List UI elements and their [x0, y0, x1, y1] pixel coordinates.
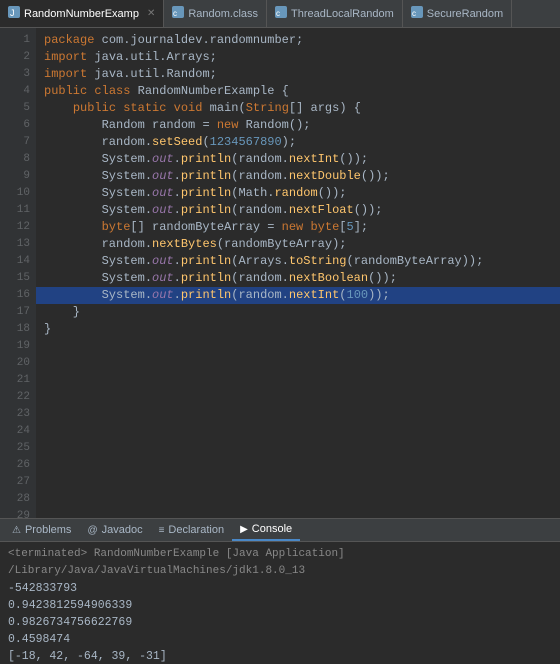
code-line: import java.util.Random; [44, 66, 552, 83]
line-number: 23 [0, 406, 30, 423]
tab-secure[interactable]: c SecureRandom [403, 0, 512, 27]
code-line: Random random = new Random(); [44, 117, 552, 134]
svg-text:c: c [412, 9, 416, 18]
bottom-tab-javadoc[interactable]: @ Javadoc [79, 519, 150, 541]
line-number: 16 [0, 287, 30, 304]
tab-random[interactable]: c Random.class [164, 0, 267, 27]
bottom-tab-console[interactable]: ▶ Console [232, 519, 300, 541]
line-number: 15 [0, 270, 30, 287]
tab-bar: J RandomNumberExamp ✕ c Random.class c ThreadL… [0, 0, 560, 28]
svg-text:c: c [173, 9, 177, 18]
bottom-tab-icon: ▶ [240, 524, 248, 535]
console-terminated: <terminated> RandomNumberExample [Java A… [8, 546, 552, 580]
line-number: 9 [0, 168, 30, 185]
code-line: System.out.println(random.nextInt()); [44, 151, 552, 168]
line-number: 18 [0, 321, 30, 338]
svg-text:c: c [276, 9, 280, 18]
tab-label: Random.class [188, 8, 258, 20]
tab-file-icon: c [172, 6, 184, 21]
console-line: 0.9423812594906339 [8, 597, 552, 614]
line-number: 17 [0, 304, 30, 321]
line-number: 21 [0, 372, 30, 389]
code-editor: 1234567891011121314151617181920212223242… [0, 28, 560, 518]
code-line: public class RandomNumberExample { [44, 83, 552, 100]
code-line: random.setSeed(1234567890); [44, 134, 552, 151]
line-number: 4 [0, 83, 30, 100]
line-number: 20 [0, 355, 30, 372]
line-numbers: 1234567891011121314151617181920212223242… [0, 28, 36, 518]
code-line: System.out.println(random.nextDouble()); [44, 168, 552, 185]
code-line: System.out.println(Math.random()); [44, 185, 552, 202]
code-line: random.nextBytes(randomByteArray); [44, 236, 552, 253]
code-line: System.out.println(Arrays.toString(rando… [44, 253, 552, 270]
line-number: 24 [0, 423, 30, 440]
code-area[interactable]: package com.journaldev.randomnumber;impo… [36, 28, 560, 518]
tab-file-icon: c [275, 6, 287, 21]
tab-threadlocal[interactable]: c ThreadLocalRandom [267, 0, 403, 27]
line-number: 12 [0, 219, 30, 236]
console-output: <terminated> RandomNumberExample [Java A… [0, 542, 560, 664]
line-number: 27 [0, 474, 30, 491]
code-line: import java.util.Arrays; [44, 49, 552, 66]
code-line: } [44, 321, 552, 338]
line-number: 2 [0, 49, 30, 66]
bottom-tab-problems[interactable]: ⚠ Problems [4, 519, 79, 541]
line-number: 7 [0, 134, 30, 151]
line-number: 13 [0, 236, 30, 253]
console-line: [-18, 42, -64, 39, -31] [8, 648, 552, 664]
line-number: 28 [0, 491, 30, 508]
bottom-tab-icon: ⚠ [12, 525, 21, 536]
line-number: 1 [0, 32, 30, 49]
bottom-tab-label: Declaration [168, 524, 224, 536]
bottom-tab-declaration[interactable]: ≡Declaration [151, 519, 232, 541]
console-line: -542833793 [8, 580, 552, 597]
svg-text:J: J [10, 8, 15, 18]
console-line: 0.4598474 [8, 631, 552, 648]
code-line: System.out.println(random.nextInt(100)); [44, 287, 552, 304]
code-line: public static void main(String[] args) { [44, 100, 552, 117]
line-number: 29 [0, 508, 30, 518]
code-line: byte[] randomByteArray = new byte[5]; [44, 219, 552, 236]
line-number: 6 [0, 117, 30, 134]
bottom-tab-icon: ≡ [159, 525, 165, 536]
line-number: 5 [0, 100, 30, 117]
bottom-tab-bar: ⚠ Problems @ Javadoc ≡Declaration ▶ Console [0, 518, 560, 542]
line-number: 22 [0, 389, 30, 406]
tab-label: ThreadLocalRandom [291, 8, 394, 20]
line-number: 14 [0, 253, 30, 270]
code-line: package com.journaldev.randomnumber; [44, 32, 552, 49]
tab-label: RandomNumberExamp [24, 8, 139, 20]
line-number: 3 [0, 66, 30, 83]
bottom-tab-icon: @ [87, 525, 97, 536]
code-line: System.out.println(random.nextBoolean())… [44, 270, 552, 287]
line-number: 11 [0, 202, 30, 219]
line-number: 26 [0, 457, 30, 474]
tab-file-icon: c [411, 6, 423, 21]
line-number: 25 [0, 440, 30, 457]
bottom-tab-label: Console [252, 523, 292, 535]
tab-file-icon: J [8, 6, 20, 21]
code-line: } [44, 304, 552, 321]
code-line: System.out.println(random.nextFloat()); [44, 202, 552, 219]
line-number: 10 [0, 185, 30, 202]
tab-close-icon[interactable]: ✕ [147, 8, 155, 19]
line-number: 19 [0, 338, 30, 355]
tab-label: SecureRandom [427, 8, 503, 20]
tab-main[interactable]: J RandomNumberExamp ✕ [0, 0, 164, 27]
line-number: 8 [0, 151, 30, 168]
console-line: 0.9826734756622769 [8, 614, 552, 631]
bottom-tab-label: Javadoc [102, 524, 143, 536]
bottom-tab-label: Problems [25, 524, 71, 536]
